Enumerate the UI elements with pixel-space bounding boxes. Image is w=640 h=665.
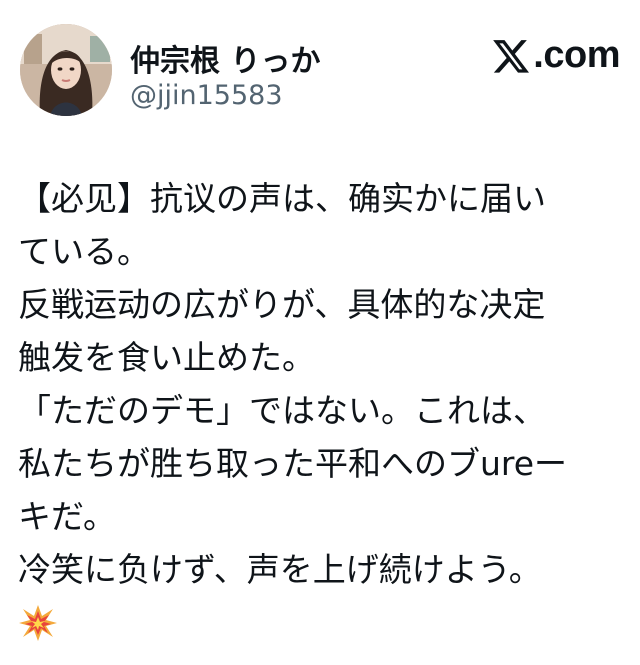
- tweet-line: 反戦运动の広がりが、具体的な决定: [18, 285, 546, 324]
- avatar[interactable]: [20, 24, 112, 116]
- collision-boom-icon: [19, 604, 57, 641]
- tweet-line: 私たちが胜ち取った平和へのブureー: [18, 444, 568, 483]
- tweet-line: 「ただのデモ」ではない。これは、: [18, 391, 546, 430]
- tweet-line: 冷笑に负けず、声を上げ続けよう。: [18, 550, 542, 589]
- tweet-line: キだ。: [18, 497, 117, 536]
- tweet-line: 【必见】抗议の声は、确实かに届い: [18, 179, 546, 218]
- x-logo-icon: [493, 39, 530, 73]
- brand-domain-text: .com: [533, 34, 620, 76]
- tweet-header: 仲宗根 りっか @jjin15583 .com: [20, 24, 620, 124]
- user-handle[interactable]: @jjin15583: [130, 80, 283, 111]
- tweet-line: ている。: [18, 232, 150, 271]
- tweet-text: 【必见】抗议の声は、确实かに届い ている。 反戦运动の広がりが、具体的な决定 触…: [18, 172, 618, 649]
- display-name[interactable]: 仲宗根 りっか: [130, 36, 320, 80]
- tweet-line: 触发を食い止めた。: [18, 338, 315, 377]
- avatar-photo: [20, 24, 112, 116]
- x-brand[interactable]: .com: [491, 34, 620, 77]
- tweet-emoji-row: [18, 596, 618, 649]
